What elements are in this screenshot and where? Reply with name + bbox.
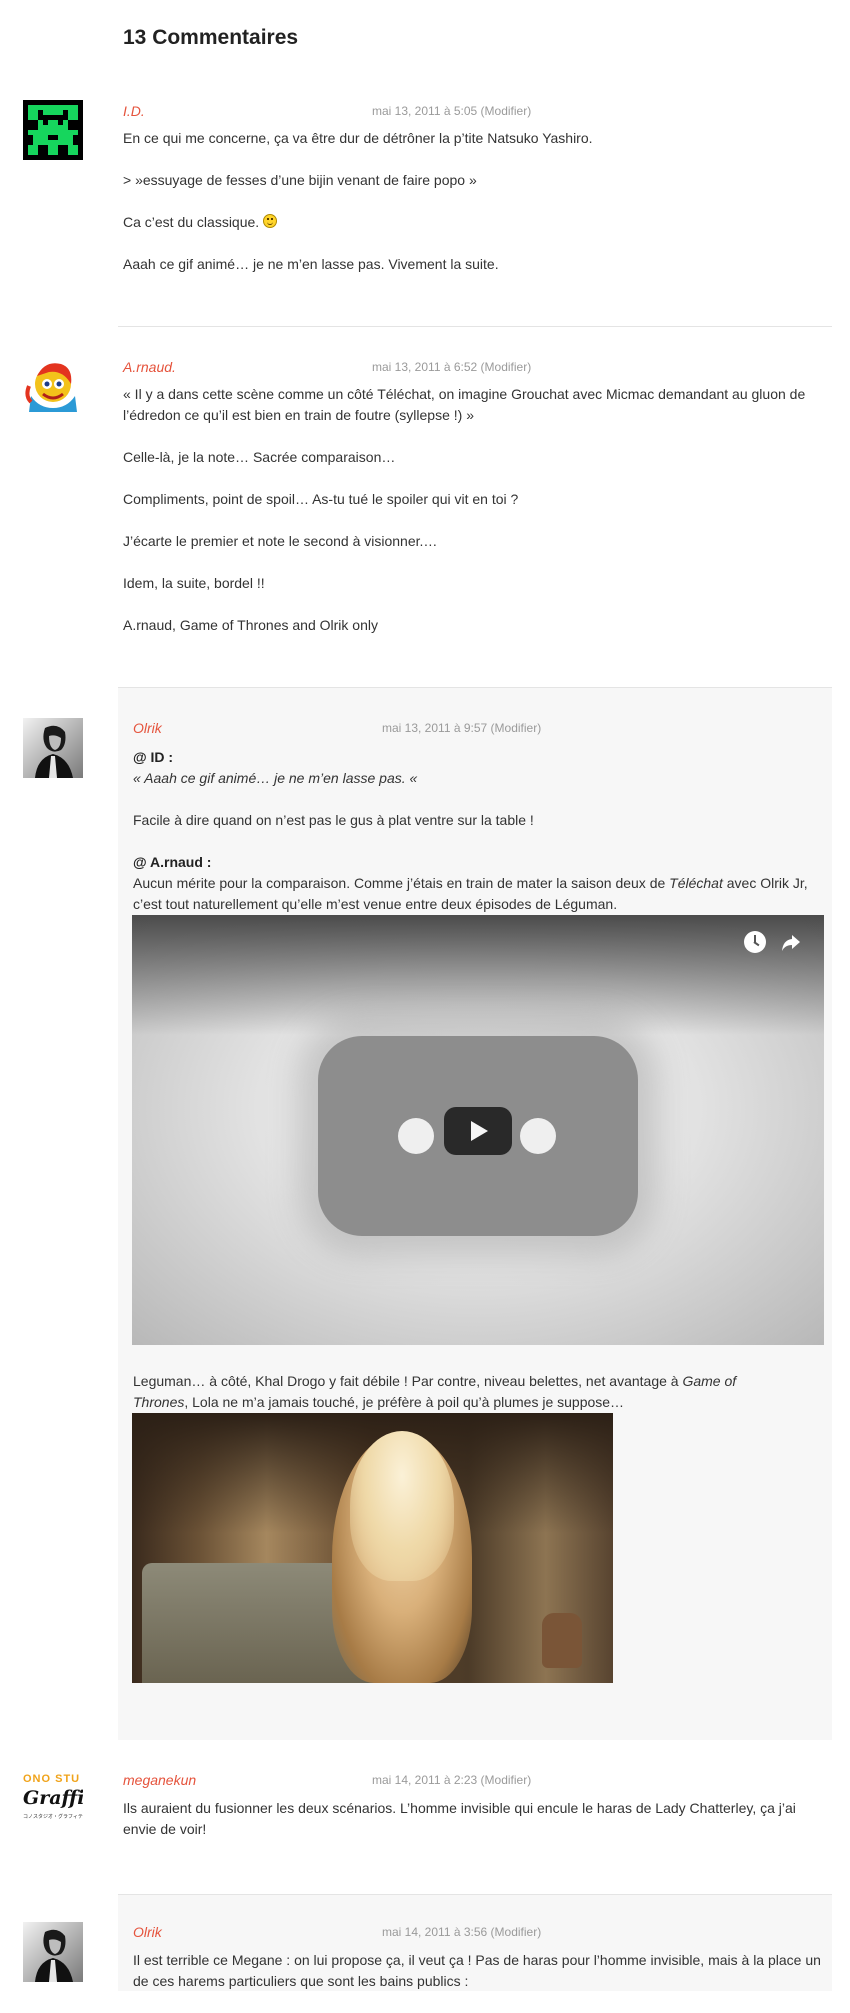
comment-meta: mai 13, 2011 à 6:52 (Modifier)	[372, 360, 531, 374]
edit-link[interactable]: (Modifier)	[491, 1925, 542, 1939]
comment-author[interactable]: I.D.	[123, 103, 145, 119]
space-invader-icon	[23, 100, 83, 160]
comment-date[interactable]: mai 14, 2011 à 3:56	[382, 1925, 487, 1939]
reply-heading: @ A.rnaud :	[133, 854, 212, 870]
edit-link[interactable]: (Modifier)	[481, 1773, 532, 1787]
comment-author[interactable]: A.rnaud.	[123, 359, 176, 375]
comment-body: Il est terrible ce Megane : on lui propo…	[133, 1950, 823, 2013]
comment-paragraph: Idem, la suite, bordel !!	[123, 575, 265, 591]
edit-link[interactable]: (Modifier)	[491, 721, 542, 735]
video-top-shade	[132, 915, 824, 1035]
comment-paragraph: Facile à dire quand on n’est pas le gus …	[133, 812, 534, 828]
comment-author[interactable]: Olrik	[133, 720, 162, 736]
brand-sub-text: コノスタジオ・グラフィティ	[23, 1814, 83, 1820]
edit-link[interactable]: (Modifier)	[481, 360, 532, 374]
portrait-avatar-icon	[23, 718, 83, 778]
comment-paragraph: J’écarte le premier et note le second à …	[123, 533, 438, 549]
comment-paragraph: « Il y a dans cette scène comme un côté …	[123, 386, 806, 423]
comment-meta: mai 13, 2011 à 5:05 (Modifier)	[372, 104, 531, 118]
quote: « Aaah ce gif animé… je ne m’en lasse pa…	[133, 770, 418, 786]
comment-author[interactable]: meganekun	[123, 1772, 196, 1788]
comment-paragraph: > »essuyage de fesses d’une bijin venant…	[123, 172, 477, 188]
reply-heading: @ ID :	[133, 749, 174, 765]
comment-body: Leguman… à côté, Khal Drogo y fait débil…	[133, 1371, 793, 1413]
comment-paragraph: En ce qui me concerne, ça va être dur de…	[123, 130, 593, 146]
comment-author[interactable]: Olrik	[133, 1924, 162, 1940]
comment-paragraph: Leguman… à côté, Khal Drogo y fait débil…	[133, 1373, 737, 1410]
comment-text: Ca c’est du classique.	[123, 214, 260, 230]
comment-paragraph: Il est terrible ce Megane : on lui propo…	[133, 1952, 821, 1989]
brand-main-text: Graffiti	[23, 1787, 83, 1809]
comment-body: « Il y a dans cette scène comme un côté …	[123, 384, 813, 657]
mascot-avatar-icon	[23, 356, 83, 416]
video-player[interactable]	[132, 915, 824, 1345]
comment-meta: mai 14, 2011 à 2:23 (Modifier)	[372, 1773, 531, 1787]
comments-title: 13 Commentaires	[123, 26, 299, 49]
brand-top-text: ONO STU	[23, 1773, 81, 1785]
avatar[interactable]	[23, 100, 83, 160]
edit-link[interactable]: (Modifier)	[481, 104, 532, 118]
avatar[interactable]: ONO STU Graffiti コノスタジオ・グラフィティ	[23, 1773, 83, 1833]
photo-jug	[542, 1613, 582, 1668]
embedded-image[interactable]	[132, 1413, 613, 1683]
share-icon[interactable]	[778, 929, 804, 955]
logo-dot	[398, 1118, 434, 1154]
comment-paragraph: Celle-là, je la note… Sacrée comparaison…	[123, 449, 396, 465]
portrait-avatar-icon	[23, 1922, 83, 1982]
comment-body: En ce qui me concerne, ça va être dur de…	[123, 128, 833, 296]
comment-paragraph: Compliments, point de spoil… As-tu tué l…	[123, 491, 519, 507]
comment-separator	[118, 326, 832, 327]
comment-paragraph: Aaah ce gif animé… je ne m’en lasse pas.…	[123, 256, 499, 272]
comment-paragraph: Aucun mérite pour la comparaison. Comme …	[133, 875, 808, 912]
comment-paragraph: Ca c’est du classique.	[123, 212, 833, 233]
logo-dot	[520, 1118, 556, 1154]
photo-hair	[350, 1431, 454, 1581]
comment-paragraph: A.rnaud, Game of Thrones and Olrik only	[123, 617, 378, 633]
graffiti-logo-icon: ONO STU Graffiti コノスタジオ・グラフィティ	[23, 1773, 83, 1833]
play-button[interactable]	[444, 1107, 512, 1155]
comment-date[interactable]: mai 14, 2011 à 2:23	[372, 1773, 477, 1787]
comment-date[interactable]: mai 13, 2011 à 9:57	[382, 721, 487, 735]
comment-meta: mai 13, 2011 à 9:57 (Modifier)	[382, 721, 541, 735]
smiley-icon	[263, 214, 278, 228]
avatar[interactable]	[23, 356, 83, 416]
comment-date[interactable]: mai 13, 2011 à 5:05	[372, 104, 477, 118]
avatar[interactable]	[23, 718, 83, 778]
comment-body: @ ID : « Aaah ce gif animé… je ne m’en l…	[133, 747, 813, 915]
avatar[interactable]	[23, 1922, 83, 1982]
watch-later-icon[interactable]	[744, 931, 766, 953]
comment-paragraph: Ils auraient du fusionner les deux scéna…	[123, 1800, 796, 1837]
comment-date[interactable]: mai 13, 2011 à 6:52	[372, 360, 477, 374]
comment-meta: mai 14, 2011 à 3:56 (Modifier)	[382, 1925, 541, 1939]
comment-body: Ils auraient du fusionner les deux scéna…	[123, 1798, 828, 1861]
